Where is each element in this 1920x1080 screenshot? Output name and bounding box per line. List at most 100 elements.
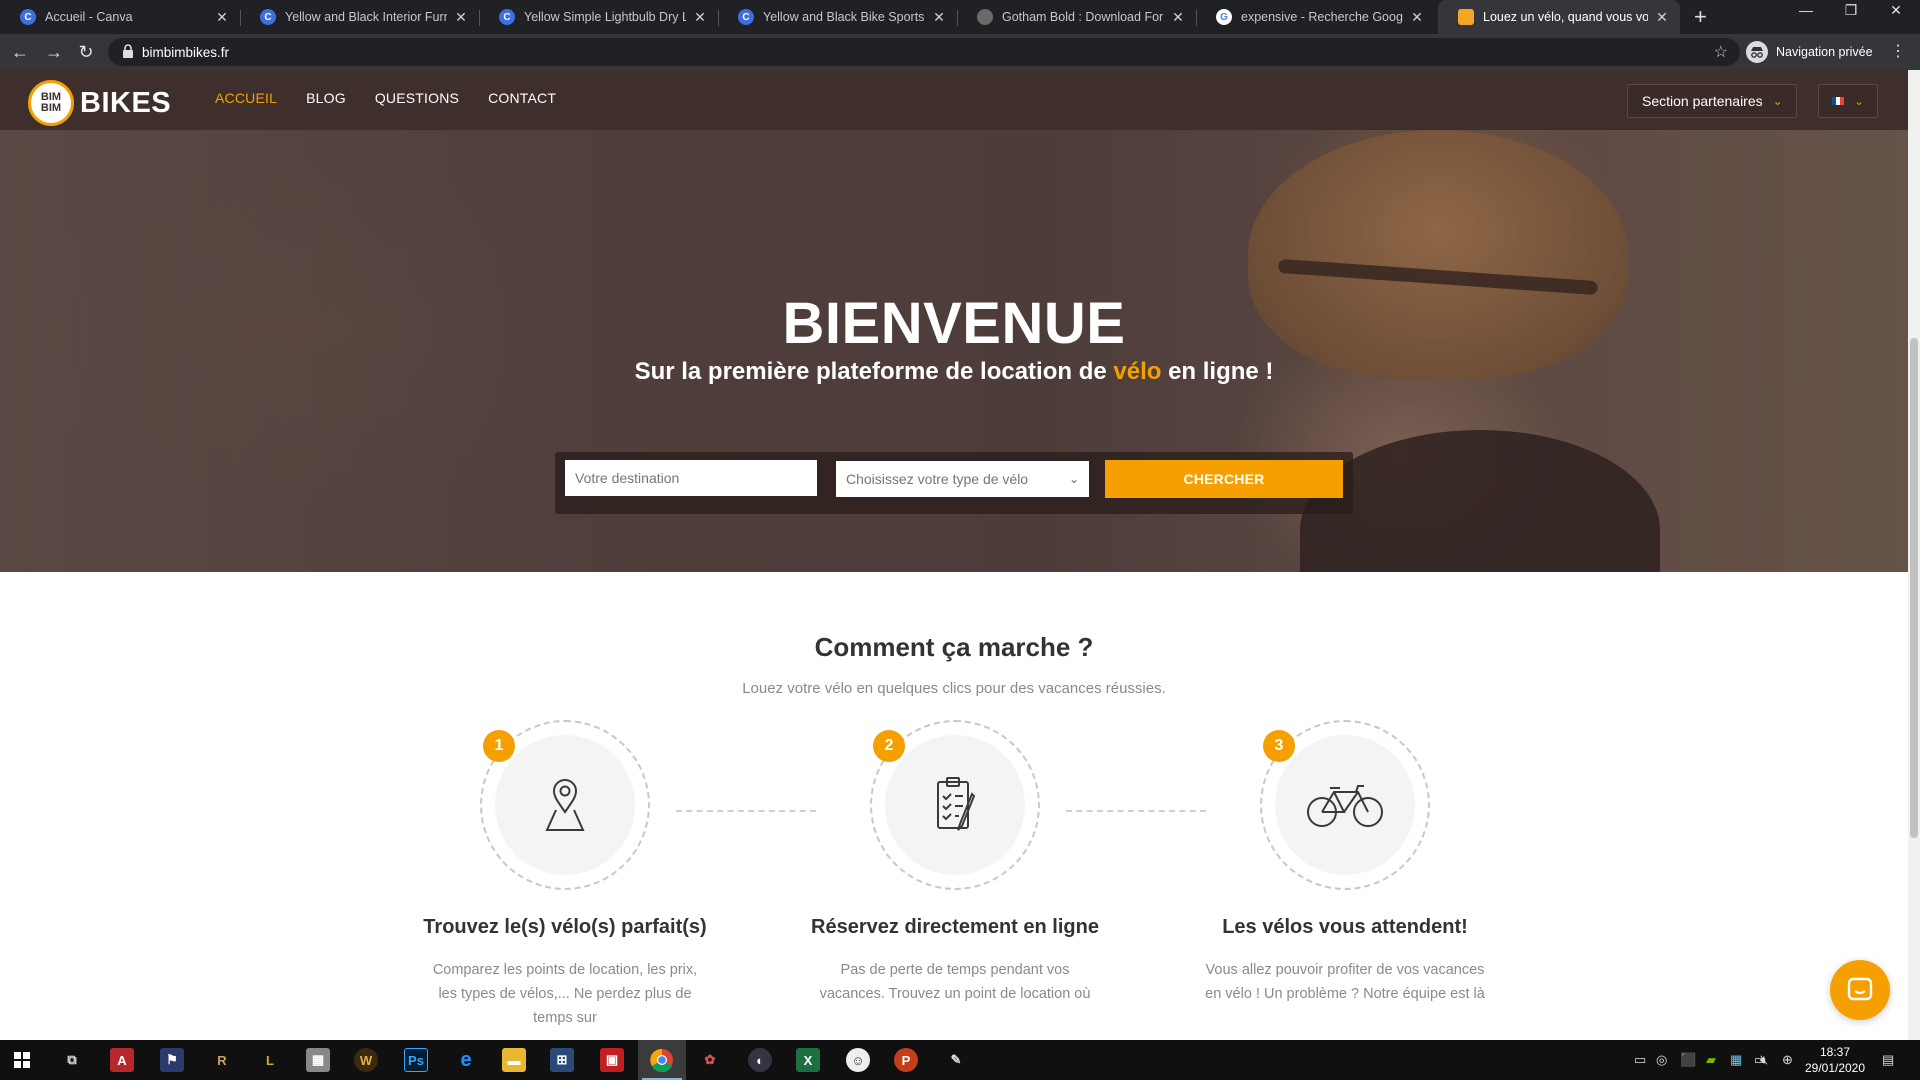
- tab-close-icon[interactable]: ✕: [214, 9, 230, 26]
- task-view-icon[interactable]: ⧉: [60, 1048, 84, 1072]
- tab-title: Yellow Simple Lightbulb Dry Lanc: [524, 10, 686, 24]
- step-connector: [1066, 810, 1206, 812]
- main-nav: ACCUEIL BLOG QUESTIONS CONTACT: [215, 90, 556, 106]
- nav-questions[interactable]: QUESTIONS: [375, 90, 459, 106]
- tab-close-icon[interactable]: ✕: [931, 9, 947, 26]
- page-scrollbar[interactable]: [1908, 70, 1920, 1040]
- messenger-icon[interactable]: ☺: [846, 1048, 870, 1072]
- browser-tab[interactable]: Gotham Bold : Download For Fre ✕: [957, 0, 1196, 34]
- clipboard-checklist-icon: [937, 777, 976, 831]
- incognito-icon: [1746, 41, 1768, 63]
- language-selector[interactable]: ⌄: [1818, 84, 1878, 118]
- browser-tab[interactable]: C Yellow Simple Lightbulb Dry Lanc ✕: [479, 0, 718, 34]
- bookmark-star-icon[interactable]: ☆: [1714, 42, 1728, 62]
- gift-app-icon[interactable]: ▣: [600, 1048, 624, 1072]
- destination-input[interactable]: [565, 460, 817, 496]
- incognito-indicator[interactable]: Navigation privée: [1746, 39, 1873, 65]
- step-description: Vous allez pouvoir profiter de vos vacan…: [1205, 962, 1485, 1002]
- back-arrow-icon[interactable]: ←: [8, 40, 32, 64]
- section-title: Comment ça marche ?: [814, 632, 1094, 662]
- scrollbar-thumb[interactable]: [1910, 338, 1918, 838]
- tray-icon[interactable]: ▦: [1730, 1052, 1742, 1068]
- nav-accueil[interactable]: ACCUEIL: [215, 90, 277, 106]
- canva-favicon-icon: C: [260, 9, 276, 25]
- hero-title: BIENVENUE: [782, 291, 1126, 356]
- wow-icon[interactable]: W: [354, 1048, 378, 1072]
- store-icon[interactable]: ⊞: [550, 1048, 574, 1072]
- tab-title: Gotham Bold : Download For Fre: [1002, 10, 1164, 24]
- tray-icon[interactable]: ▭: [1634, 1052, 1646, 1068]
- tab-close-icon[interactable]: ✕: [453, 9, 469, 26]
- partners-dropdown[interactable]: Section partenaires ⌄: [1627, 84, 1797, 118]
- new-tab-button[interactable]: +: [1694, 4, 1707, 30]
- chevron-down-icon: ⌄: [1772, 94, 1783, 108]
- nvidia-icon[interactable]: ▰: [1706, 1052, 1716, 1068]
- file-explorer-icon[interactable]: ▬: [502, 1048, 526, 1072]
- chat-launcher-button[interactable]: [1830, 960, 1890, 1020]
- canva-favicon-icon: C: [20, 9, 36, 25]
- address-bar[interactable]: bimbimbikes.fr ☆: [108, 38, 1740, 66]
- excel-icon[interactable]: X: [796, 1048, 820, 1072]
- bicycle-icon: [1307, 785, 1383, 827]
- site-favicon-icon: [1458, 9, 1474, 25]
- tab-close-icon[interactable]: ✕: [692, 9, 708, 26]
- browser-tab[interactable]: C Accueil - Canva ✕: [0, 0, 240, 34]
- nav-contact[interactable]: CONTACT: [488, 90, 556, 106]
- photoshop-icon[interactable]: Ps: [404, 1048, 428, 1072]
- powerpoint-icon[interactable]: P: [894, 1048, 918, 1072]
- incognito-label: Navigation privée: [1776, 45, 1873, 59]
- tray-icon[interactable]: ◎: [1656, 1052, 1667, 1068]
- reload-icon[interactable]: ↻: [74, 40, 98, 64]
- globe-favicon-icon: [977, 9, 993, 25]
- app-icon[interactable]: ◐: [748, 1048, 772, 1072]
- browser-tab[interactable]: C Yellow and Black Interior Furnitur ✕: [240, 0, 479, 34]
- step-title: Trouvez le(s) vélo(s) parfait(s): [423, 916, 707, 938]
- edge-icon[interactable]: e: [454, 1048, 478, 1072]
- app-icon[interactable]: ⚑: [160, 1048, 184, 1072]
- app-icon[interactable]: ▦: [306, 1048, 330, 1072]
- notifications-icon[interactable]: ▤: [1882, 1052, 1894, 1068]
- french-flag-icon: [1832, 97, 1845, 105]
- lock-icon: [123, 44, 133, 58]
- chevron-down-icon: ⌄: [1854, 95, 1864, 108]
- windows-start-icon[interactable]: [14, 1052, 30, 1068]
- tab-close-icon[interactable]: ✕: [1170, 9, 1186, 26]
- forward-arrow-icon[interactable]: →: [42, 40, 66, 64]
- tab-close-icon[interactable]: ✕: [1654, 9, 1670, 26]
- tab-close-icon[interactable]: ✕: [1409, 9, 1425, 26]
- how-it-works-section: Comment ça marche ? Louez votre vélo en …: [0, 572, 1908, 1040]
- url-text: bimbimbikes.fr: [142, 45, 230, 60]
- tab-title: Louez un vélo, quand vous voule: [1483, 10, 1648, 24]
- taskbar-clock[interactable]: 18:37 29/01/2020: [1802, 1044, 1868, 1076]
- close-window-button[interactable]: ✕: [1868, 2, 1920, 19]
- step-number-badge: 1: [483, 730, 515, 762]
- league-icon[interactable]: L: [258, 1048, 282, 1072]
- tab-title: Yellow and Black Interior Furnitur: [285, 10, 447, 24]
- chevron-down-icon: ⌄: [1068, 472, 1079, 486]
- popcorn-app-icon[interactable]: ✿: [698, 1048, 722, 1072]
- tray-icon[interactable]: ⬛: [1680, 1052, 1696, 1068]
- canva-favicon-icon: C: [738, 9, 754, 25]
- canva-favicon-icon: C: [499, 9, 515, 25]
- bike-type-select[interactable]: Choisissez votre type de vélo ⌄: [836, 461, 1089, 497]
- google-favicon-icon: G: [1216, 9, 1232, 25]
- chrome-icon[interactable]: [650, 1048, 674, 1072]
- nav-blog[interactable]: BLOG: [306, 90, 346, 106]
- access-app-icon[interactable]: A: [110, 1048, 134, 1072]
- language-globe-icon[interactable]: ⊕: [1782, 1052, 1793, 1068]
- browser-tab[interactable]: G expensive - Recherche Google ✕: [1196, 0, 1435, 34]
- browser-toolbar: ← → ↻ bimbimbikes.fr ☆ Navigation privée…: [0, 34, 1920, 70]
- logo-wordmark: BIKES: [80, 86, 172, 119]
- search-button[interactable]: CHERCHER: [1105, 460, 1343, 498]
- browser-menu-icon[interactable]: ⋮: [1890, 41, 1906, 61]
- site-header: BIM BIM BIKES ACCUEIL BLOG QUESTIONS CON…: [0, 70, 1908, 130]
- browser-tab[interactable]: C Yellow and Black Bike Sports Flye ✕: [718, 0, 957, 34]
- volume-muted-icon[interactable]: 🔇︎: [1760, 1052, 1768, 1068]
- hero-subtitle: Sur la première plateforme de location d…: [634, 358, 1274, 385]
- step-number-badge: 2: [873, 730, 905, 762]
- paint-icon[interactable]: ✎: [944, 1048, 968, 1072]
- site-logo[interactable]: BIM BIM BIKES: [28, 80, 171, 126]
- browser-tab-active[interactable]: Louez un vélo, quand vous voule ✕: [1438, 0, 1680, 34]
- game-launcher-icon[interactable]: R: [210, 1048, 234, 1072]
- chat-icon: [1847, 977, 1873, 1001]
